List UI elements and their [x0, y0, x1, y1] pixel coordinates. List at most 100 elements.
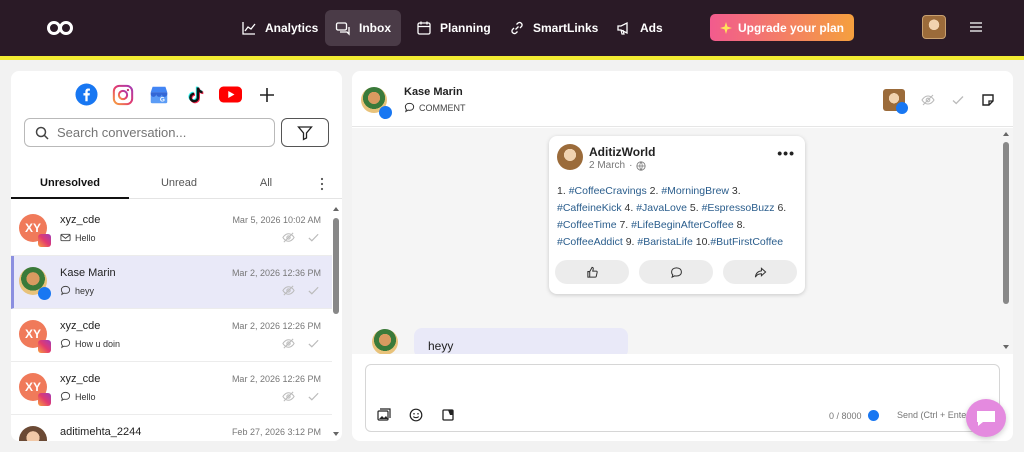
more-options-icon[interactable] [318, 177, 326, 191]
user-avatar[interactable] [922, 15, 946, 39]
hashtag[interactable]: #EspressoBuzz [702, 202, 775, 214]
chart-line-icon [241, 20, 257, 36]
row-actions [282, 390, 320, 403]
hashtag[interactable]: #JavaLove [636, 202, 687, 214]
reply-composer[interactable]: 0 / 8000 Send (Ctrl + Enter) [365, 364, 1000, 432]
hide-icon[interactable] [282, 231, 295, 244]
message-thread: AditizWorld 2 March · ••• 1. #CoffeeCrav… [352, 128, 1013, 354]
conversation-row[interactable]: XY xyz_cde Mar 5, 2026 10:02 AM Hello [11, 203, 332, 256]
page-avatar[interactable] [883, 89, 908, 114]
post-text-fragment: 1. [557, 185, 569, 197]
resolve-check-icon[interactable] [307, 337, 320, 350]
hashtag[interactable]: #CaffeineKick [557, 202, 622, 214]
conversation-row-selected[interactable]: Kase Marin Mar 2, 2026 12:36 PM heyy [11, 256, 332, 309]
image-icon[interactable] [377, 408, 391, 422]
facebook-icon[interactable] [75, 83, 98, 106]
upgrade-plan-button[interactable]: Upgrade your plan [710, 14, 854, 41]
resolve-check-icon[interactable] [307, 390, 320, 403]
conversation-name: Kase Marin [60, 267, 116, 279]
post-text-fragment: 9. [622, 236, 638, 248]
post-date-text: 2 March [589, 160, 626, 171]
post-text-fragment: 2. [646, 185, 662, 197]
hide-icon[interactable] [282, 284, 295, 297]
filter-button[interactable] [281, 118, 329, 147]
nav-smartlinks[interactable]: SmartLinks [499, 10, 608, 46]
plus-icon[interactable] [255, 83, 278, 106]
svg-text:G: G [159, 96, 164, 103]
nav-planning[interactable]: Planning [406, 10, 501, 46]
emoji-icon[interactable] [409, 408, 423, 422]
nav-planning-label: Planning [440, 21, 491, 35]
thumbs-up-icon [586, 266, 599, 279]
share-button[interactable] [723, 260, 797, 284]
nav-analytics[interactable]: Analytics [231, 10, 328, 46]
instagram-badge-icon [38, 234, 51, 247]
note-icon[interactable] [981, 93, 995, 107]
sparkle-icon [719, 21, 732, 34]
megaphone-icon [616, 20, 632, 36]
list-scrollbar-thumb[interactable] [333, 218, 339, 314]
post-text-fragment: 3. [729, 185, 741, 197]
hashtag[interactable]: #MorningBrew [661, 185, 729, 197]
tiktok-icon[interactable] [183, 83, 206, 106]
post-text-fragment: 6. [774, 202, 787, 214]
resolve-check-icon[interactable] [307, 231, 320, 244]
nav-ads[interactable]: Ads [606, 10, 673, 46]
composer-tools [377, 408, 455, 422]
conversation-name: xyz_cde [60, 373, 101, 385]
hashtag[interactable]: #CoffeeTime [557, 219, 617, 231]
header-actions [883, 89, 995, 114]
instagram-icon[interactable] [111, 83, 134, 106]
google-business-icon[interactable]: G [147, 83, 170, 106]
filter-icon [297, 125, 313, 141]
youtube-icon[interactable] [219, 83, 242, 106]
resolve-check-icon[interactable] [951, 93, 965, 107]
tab-unresolved[interactable]: Unresolved [11, 169, 129, 199]
nav-inbox[interactable]: Inbox [325, 10, 401, 46]
post-text-fragment: 7. [616, 219, 632, 231]
hashtag[interactable]: #CoffeeCravings [569, 185, 647, 197]
conversation-row[interactable]: aditimehta_2244 Feb 27, 2026 3:12 PM [11, 415, 332, 441]
conversation-name: xyz_cde [60, 320, 101, 332]
conversation-name: aditimehta_2244 [60, 426, 142, 438]
hashtag[interactable]: #LifeBeginAfterCoffee [631, 219, 734, 231]
sender-avatar [372, 329, 398, 354]
logo-icon[interactable] [46, 19, 74, 37]
post-author-name: AditizWorld [589, 145, 656, 159]
comment-button[interactable] [639, 260, 713, 284]
thread-scrollbar[interactable] [1001, 128, 1011, 354]
hashtag[interactable]: #ButFirstCoffee [710, 236, 783, 248]
conversation-row[interactable]: XY xyz_cde Mar 2, 2026 12:26 PM How u do… [11, 309, 332, 362]
hide-icon[interactable] [282, 390, 295, 403]
saved-reply-icon[interactable] [441, 408, 455, 422]
resolve-check-icon[interactable] [307, 284, 320, 297]
conversation-date: Mar 2, 2026 12:36 PM [231, 268, 321, 278]
post-text-fragment: 8. [733, 219, 746, 231]
conversation-row[interactable]: XY xyz_cde Mar 2, 2026 12:26 PM Hello [11, 362, 332, 415]
search-icon [35, 126, 49, 140]
tab-unread[interactable]: Unread [129, 169, 229, 199]
send-button[interactable]: Send (Ctrl + Enter) [897, 410, 972, 420]
list-scrollbar[interactable] [331, 203, 341, 441]
more-icon[interactable]: ••• [777, 145, 795, 161]
conversation-preview: Hello [60, 232, 96, 243]
hide-icon[interactable] [282, 337, 295, 350]
tab-all[interactable]: All [229, 169, 303, 199]
hashtag[interactable]: #CoffeeAddict [557, 236, 623, 248]
post-text-fragment: 10. [692, 236, 711, 248]
conversation-name: xyz_cde [60, 214, 101, 226]
post-card: AditizWorld 2 March · ••• 1. #CoffeeCrav… [549, 136, 805, 294]
globe-icon [636, 160, 647, 171]
chat-support-button[interactable] [966, 399, 1006, 437]
menu-icon[interactable] [969, 20, 983, 34]
search-input[interactable] [57, 125, 257, 140]
hide-icon[interactable] [921, 93, 935, 107]
conversation-panel: G Unresolved Unread All XY xyz_cde Mar 5… [11, 71, 342, 441]
facebook-badge-icon [38, 287, 51, 300]
hashtag[interactable]: #BaristaLife [637, 236, 692, 248]
row-actions [282, 284, 320, 297]
like-button[interactable] [555, 260, 629, 284]
thread-scrollbar-thumb[interactable] [1003, 142, 1009, 304]
nav-inbox-label: Inbox [359, 21, 391, 35]
instagram-badge-icon [38, 393, 51, 406]
